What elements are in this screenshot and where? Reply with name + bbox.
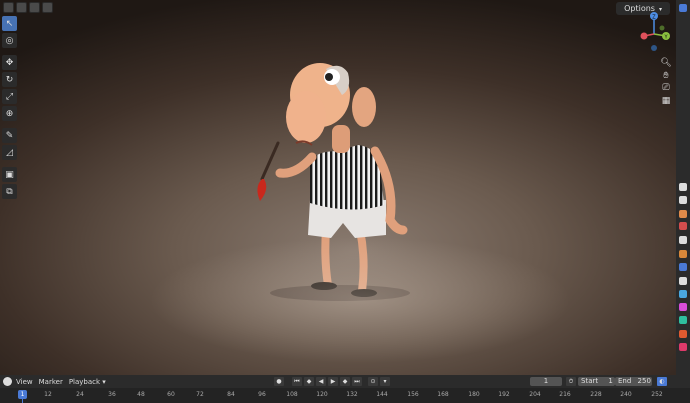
transform-tool[interactable]: ⊕: [2, 106, 17, 121]
measure-tool[interactable]: ◿: [2, 145, 17, 160]
playhead-line: [22, 398, 23, 403]
camera-icon[interactable]: ⎚: [660, 83, 672, 95]
ruler-tick: 48: [137, 391, 145, 398]
auto-keying-icon[interactable]: ⊙: [368, 377, 378, 386]
chevron-down-icon: ▾: [102, 377, 106, 386]
ruler-tick: 204: [529, 391, 541, 398]
ruler-tick: 120: [316, 391, 328, 398]
ruler-tick: 72: [196, 391, 204, 398]
play-reverse-icon[interactable]: ◀: [316, 377, 326, 386]
move-tool[interactable]: ✥: [2, 55, 17, 70]
tab-constraints[interactable]: [679, 303, 687, 311]
toggle-button-4[interactable]: [42, 2, 53, 13]
tab-modifiers[interactable]: [679, 263, 687, 271]
tab-tool[interactable]: [679, 4, 687, 12]
next-keyframe-icon[interactable]: ◆: [340, 377, 350, 386]
view-options-icon[interactable]: ◐: [657, 377, 667, 386]
tab-scene[interactable]: [679, 222, 687, 230]
preview-range-icon[interactable]: ⏱: [566, 377, 576, 386]
toggle-button-2[interactable]: [16, 2, 27, 13]
ruler-tick: 36: [108, 391, 116, 398]
menu-playback[interactable]: Playback ▾: [69, 378, 106, 386]
tab-view-layer[interactable]: [679, 210, 687, 218]
ruler-tick: 132: [346, 391, 358, 398]
ruler-tick: 228: [590, 391, 602, 398]
play-icon[interactable]: ▶: [328, 377, 338, 386]
timeline-ruler[interactable]: 12 24 36 48 60 72 84 96 108 120 132 144 …: [0, 388, 690, 403]
annotate-tool[interactable]: ✎: [2, 128, 17, 143]
ruler-tick: 12: [44, 391, 52, 398]
zoom-icon[interactable]: 🔍︎: [660, 58, 672, 70]
playback-controls: ● ⏮ ◆ ◀ ▶ ◆ ⏭ ⊙ ▾: [274, 377, 390, 386]
jump-end-icon[interactable]: ⏭: [352, 377, 362, 386]
z-axis-label: Z: [652, 15, 656, 21]
select-tool[interactable]: ↖: [2, 16, 17, 31]
tab-texture[interactable]: [679, 343, 687, 351]
tab-physics[interactable]: [679, 290, 687, 298]
character-model[interactable]: [240, 55, 430, 305]
tool-shelf: ↖ ◎ ✥ ↻ ⤢ ⊕ ✎ ◿ ▣ ⧉: [2, 16, 17, 199]
start-frame-field[interactable]: Start 1: [578, 377, 615, 386]
tab-output[interactable]: [679, 196, 687, 204]
ruler-tick: 168: [437, 391, 449, 398]
timeline-header: View Marker Playback ▾ ● ⏮ ◆ ◀ ▶ ◆ ⏭ ⊙ ▾…: [0, 375, 690, 388]
grid-icon[interactable]: ▦: [660, 96, 672, 108]
ruler-tick: 144: [376, 391, 388, 398]
jump-start-icon[interactable]: ⏮: [292, 377, 302, 386]
pan-hand-icon[interactable]: ✋︎: [660, 71, 672, 83]
ruler-tick: 96: [258, 391, 266, 398]
add-cube-tool[interactable]: ▣: [2, 167, 17, 182]
ruler-tick: 60: [167, 391, 175, 398]
start-label: Start: [581, 377, 599, 385]
start-value: 1: [608, 377, 613, 385]
tab-render[interactable]: [679, 183, 687, 191]
ruler-tick: 180: [468, 391, 480, 398]
properties-tab-strip: [676, 0, 690, 375]
tab-data[interactable]: [679, 316, 687, 324]
cursor-tool[interactable]: ◎: [2, 33, 17, 48]
ruler-tick: 156: [407, 391, 419, 398]
tab-world[interactable]: [679, 236, 687, 244]
end-value: 250: [637, 377, 651, 385]
toggle-button-1[interactable]: [3, 2, 14, 13]
current-frame-field[interactable]: 1: [530, 377, 562, 386]
ruler-tick: 192: [498, 391, 510, 398]
tab-material[interactable]: [679, 330, 687, 338]
ruler-tick: 216: [559, 391, 571, 398]
record-icon[interactable]: ●: [274, 377, 284, 386]
ruler-tick: 240: [620, 391, 632, 398]
ruler-tick: 24: [76, 391, 84, 398]
tab-object[interactable]: [679, 250, 687, 258]
scale-tool[interactable]: ⤢: [2, 89, 17, 104]
ruler-tick: 108: [286, 391, 298, 398]
ruler-tick: 84: [227, 391, 235, 398]
navigation-gizmo[interactable]: Z Y: [636, 6, 676, 61]
ruler-tick: 252: [651, 391, 663, 398]
prev-keyframe-icon[interactable]: ◆: [304, 377, 314, 386]
tab-particles[interactable]: [679, 277, 687, 285]
rotate-tool[interactable]: ↻: [2, 72, 17, 87]
end-label: End: [618, 377, 632, 385]
toggle-button-3[interactable]: [29, 2, 40, 13]
end-frame-field[interactable]: End 250: [615, 377, 652, 386]
keying-set-icon[interactable]: ▾: [380, 377, 390, 386]
menu-marker[interactable]: Marker: [39, 378, 63, 386]
extrude-tool[interactable]: ⧉: [2, 184, 17, 199]
menu-view[interactable]: View: [16, 378, 33, 386]
menu-playback-label: Playback: [68, 377, 101, 386]
clock-icon[interactable]: [3, 377, 12, 386]
3d-viewport[interactable]: Options ▾ ↖ ◎ ✥ ↻ ⤢ ⊕ ✎ ◿ ▣ ⧉ Z Y 🔍︎ ✋︎ ⎚…: [0, 0, 676, 375]
